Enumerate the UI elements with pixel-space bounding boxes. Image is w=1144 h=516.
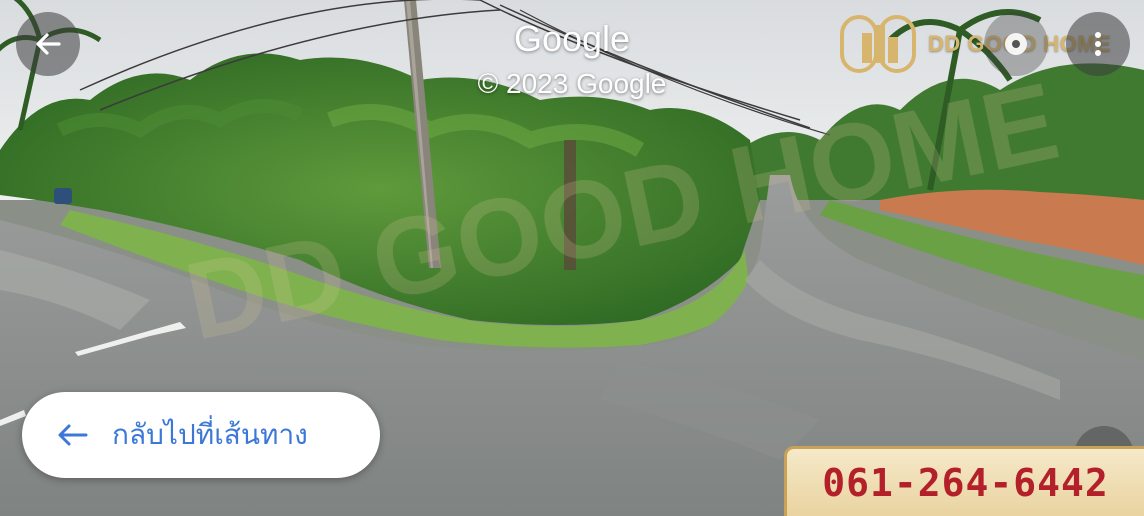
more-options-button[interactable] <box>1066 12 1130 76</box>
phone-banner: 061-264-6442 <box>784 446 1144 516</box>
building-logo-icon <box>840 15 916 73</box>
arrow-left-icon <box>58 424 88 446</box>
more-vertical-icon <box>1095 32 1101 56</box>
view-toggle-button[interactable] <box>984 12 1048 76</box>
compass-icon <box>1005 33 1027 55</box>
phone-number: 061-264-6442 <box>822 460 1109 505</box>
back-to-route-button[interactable]: กลับไปที่เส้นทาง <box>22 392 380 478</box>
back-to-route-label: กลับไปที่เส้นทาง <box>112 418 308 451</box>
